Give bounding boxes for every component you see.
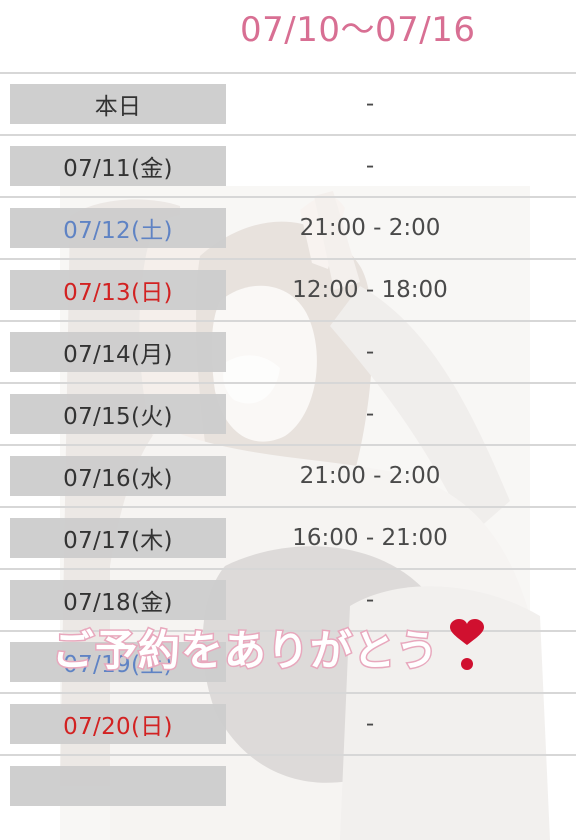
date-label: 07/15(火): [10, 394, 226, 434]
date-label: [10, 766, 226, 806]
time-label: -: [365, 711, 375, 737]
date-label: 07/14(月): [10, 332, 226, 372]
date-label: 07/16(水): [10, 456, 226, 496]
date-label: 07/11(金): [10, 146, 226, 186]
schedule-row: 07/15(火) -: [0, 382, 576, 444]
schedule-row: 07/12(土) 21:00 - 2:00: [0, 196, 576, 258]
time-label: [240, 766, 500, 806]
schedule-row: 07/13(日) 12:00 - 18:00: [0, 258, 576, 320]
date-label: 07/13(日): [10, 270, 226, 310]
time-label: 16:00 - 21:00: [292, 525, 448, 551]
date-label: 07/12(土): [10, 208, 226, 248]
schedule-row: 07/18(金) -: [0, 568, 576, 630]
date-label: 07/19(土): [10, 642, 226, 682]
schedule-row: 07/19(土): [0, 630, 576, 692]
schedule-row: 07/11(金) -: [0, 134, 576, 196]
time-label: 21:00 - 2:00: [299, 463, 441, 489]
schedule-row: [0, 754, 576, 816]
schedule-header: 07/10〜07/16: [0, 0, 576, 72]
time-label: 21:00 - 2:00: [299, 215, 441, 241]
date-label: 07/18(金): [10, 580, 226, 620]
date-label: 07/17(木): [10, 518, 226, 558]
week-range-title: 07/10〜07/16: [240, 10, 476, 50]
date-label: 07/20(日): [10, 704, 226, 744]
schedule-row: 本日 -: [0, 72, 576, 134]
schedule-row: 07/16(水) 21:00 - 2:00: [0, 444, 576, 506]
time-label: -: [365, 587, 375, 613]
date-label: 本日: [10, 84, 226, 124]
time-label: 12:00 - 18:00: [292, 277, 448, 303]
time-label: -: [365, 153, 375, 179]
time-label: -: [365, 91, 375, 117]
schedule-row: 07/14(月) -: [0, 320, 576, 382]
time-label: -: [365, 401, 375, 427]
schedule-row: 07/17(木) 16:00 - 21:00: [0, 506, 576, 568]
weekly-schedule: 本日 - 07/11(金) - 07/12(土) 21:00 - 2:00 07…: [0, 72, 576, 840]
time-label: -: [365, 339, 375, 365]
schedule-row: 07/20(日) -: [0, 692, 576, 754]
time-label: [240, 642, 500, 682]
